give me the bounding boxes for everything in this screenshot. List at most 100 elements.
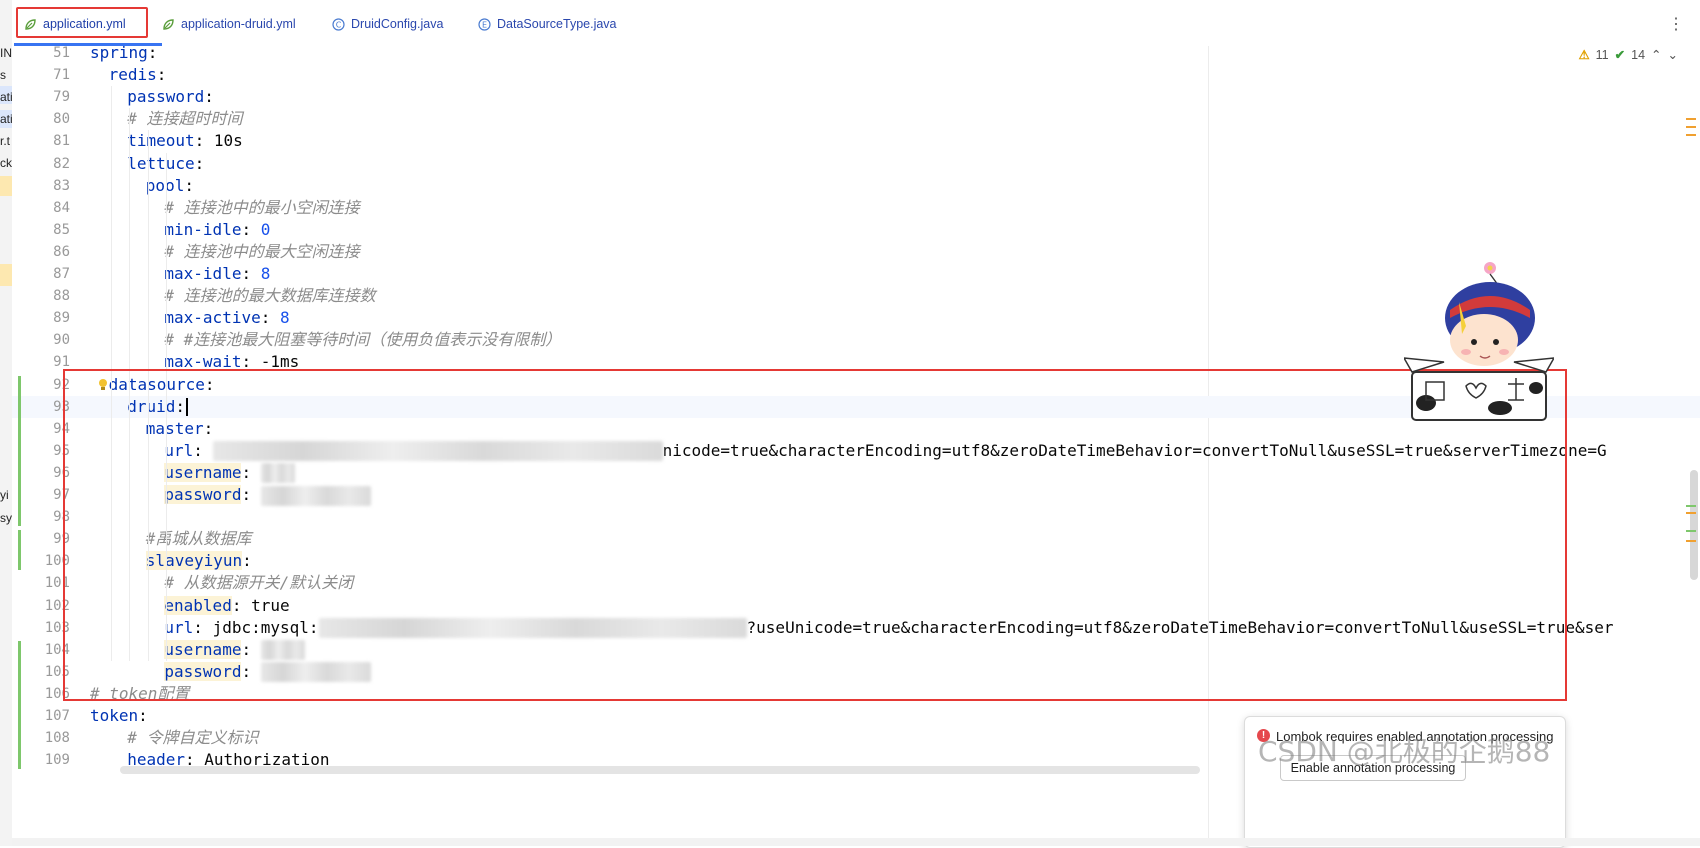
code-content: druid: [127,396,188,418]
code-line[interactable]: 99 #禹城从数据库 [12,528,1700,550]
sidebar-highlight-row [0,176,12,196]
code-line[interactable]: 80 # 连接超时时间 [12,108,1700,130]
code-line[interactable]: 96 username: [12,462,1700,484]
yaml-key: url [164,617,194,637]
horizontal-scrollbar-thumb[interactable] [120,766,1200,774]
vcs-change-marker[interactable] [18,375,21,527]
line-number: 90 [53,332,70,349]
check-icon: ✔ [1614,48,1626,62]
warning-icon: ⚠ [1578,48,1590,62]
code-line[interactable]: 105 password: [12,661,1700,683]
comment-text: # 令牌自定义标识 [127,728,259,748]
sidebar-fragment[interactable]: s [0,68,6,82]
yaml-key: password [164,485,242,504]
code-line[interactable]: 100 slaveyiyun: [12,550,1700,572]
line-number: 87 [53,266,70,282]
code-line[interactable]: 51 spring: [12,42,1700,64]
intention-bulb-icon[interactable] [97,378,109,392]
code-content: url: jdbc:mysql: ?useUnicode=true&charact… [164,617,1613,639]
comment-text: # 连接池中的最大空闲连接 [164,241,360,261]
line-number: 88 [53,288,70,305]
yaml-key: username [164,639,242,659]
mascot-sticker-icon [1404,262,1554,421]
code-line[interactable]: 103 url: jdbc:mysql: ?useUnicode=true&char… [12,617,1700,639]
sidebar-fragment[interactable]: yi [0,488,9,502]
scroll-marker [1686,134,1696,136]
yaml-value-tail: nicode=true&characterEncoding=utf8&zeroD… [662,440,1607,460]
yaml-key: username [164,462,242,482]
tab-application-druid-yml[interactable]: application-druid.yml [162,12,296,36]
yaml-key: datasource [108,374,205,394]
sidebar-fragment[interactable]: sy [0,511,12,525]
chevron-up-icon[interactable]: ⌃ [1651,47,1661,62]
yaml-colon: : [194,153,205,173]
code-content: username: [164,639,305,661]
code-content: master: [146,418,213,440]
ok-count: 14 [1631,47,1646,62]
tab-druidconfig-java[interactable]: C DruidConfig.java [332,12,443,36]
sidebar-highlight-row [0,264,12,286]
yaml-value: true [241,595,290,615]
line-number: 89 [53,310,70,327]
redacted-value [212,441,663,462]
yaml-value [251,485,261,504]
tab-label: DataSourceType.java [497,17,617,31]
yaml-colon: : [194,131,205,151]
yaml-colon: : [260,308,271,328]
scroll-marker [1686,505,1696,507]
yaml-key: lettuce [127,153,195,173]
code-line[interactable]: 83 pool: [12,175,1700,197]
code-line[interactable]: 71 redis: [12,64,1700,86]
code-content: timeout: 10s [127,130,243,152]
code-line[interactable]: 104 username: [12,639,1700,661]
code-line[interactable]: 81 timeout: 10s [12,130,1700,152]
code-line[interactable]: 106 # token配置 [12,683,1700,705]
vertical-scrollbar-thumb[interactable] [1690,470,1698,580]
yaml-value: -1ms [251,352,300,372]
code-line[interactable]: 98 [12,506,1700,528]
vcs-change-marker[interactable] [18,640,21,770]
redacted-value [318,618,747,639]
code-line[interactable]: 82 lettuce: [12,153,1700,175]
line-number: 81 [53,133,70,150]
yaml-colon: : [175,396,185,416]
yaml-key: enabled [164,595,232,615]
code-line[interactable]: 101 # 从数据源开关/默认关闭 [12,572,1700,594]
code-content: # 从数据源开关/默认关闭 [164,572,353,594]
more-options-icon[interactable]: ⋮ [1668,14,1684,34]
yaml-key: spring [90,43,148,62]
code-line[interactable]: 84 # 连接池中的最小空闲连接 [12,197,1700,219]
yaml-value-tail: ?useUnicode=true&characterEncoding=utf8&… [746,617,1614,637]
tab-label: DruidConfig.java [351,17,444,31]
code-content: datasource: [98,374,215,396]
tab-datasourcetype-java[interactable]: E DataSourceType.java [478,12,617,36]
inspections-widget[interactable]: ⚠ 11 ✔ 14 ⌃ ⌄ [1578,47,1678,63]
comment-text: # token配置 [90,683,190,703]
code-line[interactable]: 85 min-idle: 0 [12,219,1700,241]
sidebar-fragment[interactable]: IN [0,46,12,60]
sidebar-fragment[interactable]: ati [0,90,12,104]
yaml-value [251,662,261,681]
code-line[interactable]: 102 enabled: true [12,595,1700,617]
yaml-value [203,441,213,460]
code-content: # 连接超时时间 [127,108,242,130]
yaml-value [251,640,261,659]
code-line[interactable]: 97 password: [12,484,1700,506]
chevron-down-icon[interactable]: ⌄ [1668,47,1678,62]
line-number: 79 [53,89,70,106]
indent-guide [166,152,168,661]
redacted-value [260,640,305,661]
warning-count: 11 [1595,47,1609,62]
sidebar-fragment[interactable]: r.t [0,134,10,148]
scroll-marker [1686,512,1696,514]
code-content: url: nicode=true&characterEncoding=utf8&… [164,440,1607,462]
yaml-colon: : [241,661,252,681]
code-content: #禹城从数据库 [146,528,252,550]
yaml-key: redis [108,65,157,85]
sidebar-fragment[interactable]: ati [0,112,12,126]
code-line[interactable]: 79 password: [12,86,1700,108]
vcs-change-marker[interactable] [18,530,21,571]
yaml-colon: : [241,462,252,482]
code-line[interactable]: 95 url: nicode=true&characterEncoding=utf… [12,440,1700,462]
line-number: 82 [53,155,70,172]
